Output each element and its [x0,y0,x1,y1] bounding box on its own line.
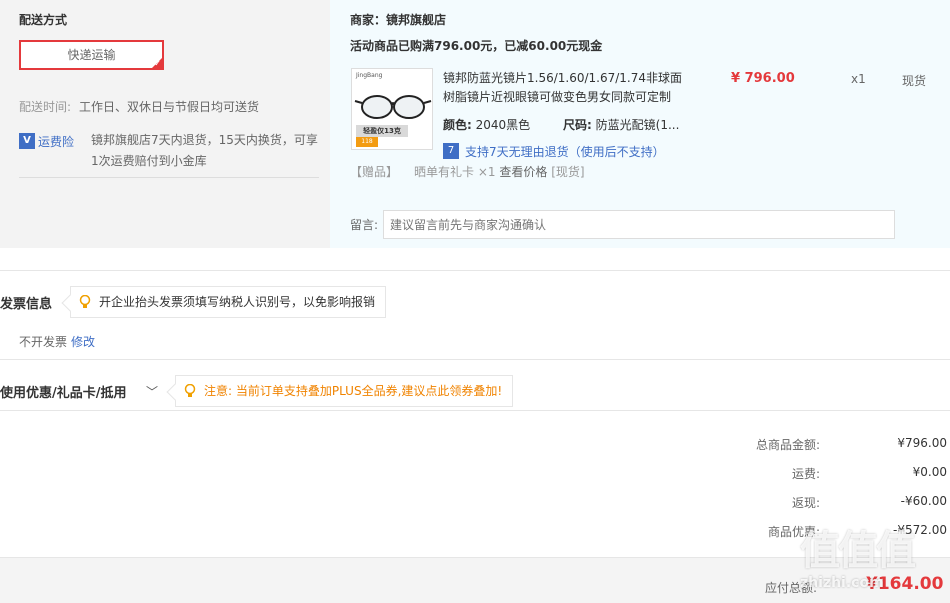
coupon-tip[interactable]: 注意: 当前订单支持叠加PLUS全品券,建议点此领券叠加! [166,375,514,407]
summary-value: -¥60.00 [900,494,947,508]
chevron-down-icon[interactable]: ﹀ [146,383,158,400]
checkout-page: 配送方式 快递运输 ✓ 配送时间: 工作日、双休日与节假日均可送货 V 运费险 镜… [0,0,950,603]
summary-value: ¥796.00 [897,436,947,450]
thumbnail-brand: JingBang [356,72,383,79]
summary-row: 总商品金额: ¥796.00 [700,436,947,456]
shop-panel: 商家：镜邦旗舰店 活动商品已购满796.00元，已减60.00元现金 JingB… [330,0,950,248]
shipping-panel: 配送方式 快递运输 ✓ 配送时间: 工作日、双休日与节假日均可送货 V 运费险 镜… [0,0,330,248]
gift-row: 【赠品】 晒单有礼卡 ×1 查看价格 [现货] [350,163,585,180]
invoice-value-text: 不开发票 [19,335,68,349]
gift-stock: [现货] [551,165,585,179]
invoice-edit-link[interactable]: 修改 [71,335,95,349]
product-name[interactable]: 镜邦防蓝光镜片1.56/1.60/1.67/1.74非球面树脂镜片近视眼镜可做变… [443,69,693,107]
product-thumbnail[interactable]: JingBang 轻盈仅13克 118 [351,68,433,150]
promo-text: 活动商品已购满796.00元，已减60.00元现金 [350,39,603,53]
lightbulb-icon [184,384,196,397]
shipping-title: 配送方式 [19,13,68,27]
shipping-method-label: 快递运输 [67,48,116,62]
summary-label: 运费: [791,467,820,481]
gift-price-link[interactable]: 查看价格 [499,165,547,179]
color-label: 颜色: [443,118,472,132]
order-top-section: 配送方式 快递运输 ✓ 配送时间: 工作日、双休日与节假日均可送货 V 运费险 镜… [0,0,950,248]
delivery-time-value: 工作日、双休日与节假日均可送货 [79,100,260,114]
gift-name: 晒单有礼卡 ×1 [414,165,496,179]
message-label: 留言: [350,218,379,232]
message-input[interactable] [383,210,895,239]
invoice-tip-text: 开企业抬头发票须填写纳税人识别号，以免影响报销 [99,295,376,309]
size-label: 尺码: [563,118,592,132]
summary-label: 返现: [791,496,820,510]
seven-day-return-icon: 7 [443,143,459,159]
invoice-value: 不开发票 修改 [19,333,95,350]
invoice-tip: 开企业抬头发票须填写纳税人识别号，以免影响报销 [61,286,387,318]
tip-arrow [61,294,79,312]
product-color: 颜色: 2040黑色 [443,116,530,133]
coupon-title[interactable]: 使用优惠/礼品卡/抵用 [0,382,127,401]
freight-insurance-text: 镜邦旗舰店7天内退货，15天内换货，可享1次运费赔付到小金库 [91,133,318,168]
delivery-time-label: 配送时间: [19,100,72,114]
lightbulb-icon [79,295,91,308]
product-size: 尺码: 防蓝光配镜(1... [563,116,679,133]
merchant-name: 商家：镜邦旗舰店 [350,13,447,27]
product-stock-status: 现货 [902,74,927,88]
thumbnail-tag: 轻盈仅13克 [356,125,408,137]
color-value: 2040黑色 [475,118,531,132]
summary-value: ¥0.00 [912,465,947,479]
divider [0,270,950,271]
coupon-tip-text: 注意: 当前订单支持叠加PLUS全品券,建议点此领券叠加! [204,384,503,398]
return-policy-text: 支持7天无理由退货（使用后不支持） [465,145,665,159]
divider [0,359,950,360]
product-price: ¥ 796.00 [731,71,795,86]
delivery-time: 配送时间: 工作日、双休日与节假日均可送货 [19,98,259,115]
shield-icon: V [19,133,35,149]
summary-row: 运费: ¥0.00 [700,465,947,485]
summary-label: 总商品金额: [755,438,820,452]
freight-insurance: V 运费险 镜邦旗舰店7天内退货，15天内换货，可享1次运费赔付到小金库 [19,124,319,178]
size-value: 防蓝光配镜(1... [595,118,680,132]
divider [0,410,950,411]
invoice-title: 发票信息 [0,297,53,312]
gift-tag: 【赠品】 [350,165,399,179]
shipping-method-button[interactable]: 快递运输 ✓ [19,40,164,70]
summary-row: 返现: -¥60.00 [700,494,947,514]
product-quantity: x1 [851,72,866,86]
watermark-text: zhizhi.com [800,575,884,591]
check-icon: ✓ [154,59,161,68]
tip-arrow [166,383,184,401]
freight-insurance-link[interactable]: 运费险 [38,133,74,150]
thumbnail-price: 118 [356,137,378,147]
